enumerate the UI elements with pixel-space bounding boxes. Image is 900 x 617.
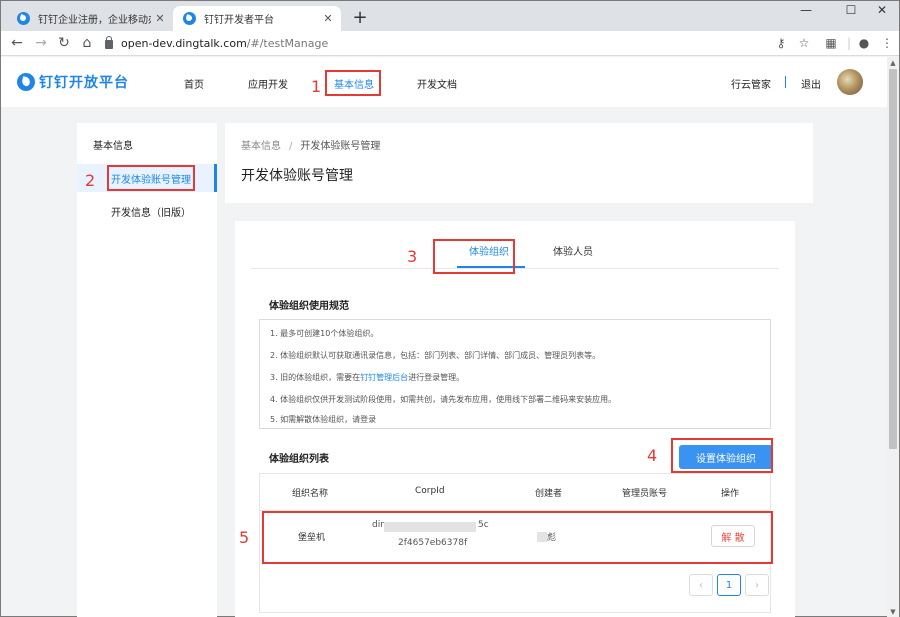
- browser-tab-1[interactable]: 钉钉企业注册，企业移动办公，... ✕: [7, 6, 173, 31]
- sidebar-title: 基本信息: [93, 141, 133, 152]
- dingtalk-favicon-icon: [183, 12, 196, 25]
- url-path: /#/testManage: [246, 37, 329, 50]
- column-header: 管理员账号: [622, 489, 668, 499]
- annotation-number-1: 1: [311, 77, 322, 96]
- rules-title: 体验组织使用规范: [269, 301, 349, 312]
- column-header: CorpId: [415, 486, 445, 496]
- column-header: 组织名称: [292, 489, 329, 499]
- lock-icon: [105, 36, 113, 49]
- scroll-up-icon[interactable]: ▲: [887, 57, 899, 69]
- browser-tab-2[interactable]: 钉钉开发者平台 ✕: [173, 6, 341, 31]
- sidebar-item-dev-info[interactable]: 开发信息（旧版）: [77, 197, 217, 225]
- header-divider: [785, 76, 786, 88]
- sidebar: 基本信息 开发体验账号管理 开发信息（旧版）: [77, 123, 217, 617]
- new-tab-button[interactable]: +: [349, 7, 371, 28]
- admin-console-link[interactable]: 钉钉管理后台: [360, 373, 408, 382]
- annotation-box-5: [262, 511, 773, 564]
- rule-text: 3. 旧的体验组织，需要在: [270, 373, 361, 382]
- back-arrow-icon[interactable]: ←: [9, 35, 25, 51]
- url-host: open-dev.dingtalk.com: [121, 37, 247, 50]
- home-icon[interactable]: ⌂: [79, 35, 95, 51]
- scrollbar-thumb[interactable]: [889, 69, 897, 449]
- reload-icon[interactable]: ↻: [56, 35, 72, 51]
- next-page-button[interactable]: ›: [745, 574, 769, 596]
- annotation-box-2: [107, 165, 195, 191]
- rule-item: 4. 体验组织仅供开发测试阶段使用，如需共创，请先发布应用，使用线下部署二维码来…: [270, 395, 617, 404]
- close-icon[interactable]: ✕: [151, 12, 169, 25]
- dingtalk-logo-icon: [17, 73, 35, 91]
- annotation-box-4: [671, 438, 773, 473]
- browser-tab-title: 钉钉企业注册，企业移动办公，...: [38, 15, 151, 26]
- prev-page-button[interactable]: ‹: [689, 574, 713, 596]
- breadcrumb-separator: /: [289, 141, 293, 152]
- forward-arrow-icon[interactable]: →: [33, 35, 49, 51]
- menu-dots-icon[interactable]: ⋮: [879, 36, 895, 50]
- breadcrumb: 基本信息 / 开发体验账号管理: [241, 137, 380, 152]
- logo[interactable]: 钉钉开放平台: [17, 72, 129, 92]
- rule-item: 2. 体验组织默认可获取通讯录信息，包括：部门列表、部门详情、部门成员、管理员列…: [270, 351, 601, 360]
- rule-item: 1. 最多可创建10个体验组织。: [270, 329, 379, 338]
- minimize-button[interactable]: —: [791, 3, 821, 17]
- rule-item: 3. 旧的体验组织，需要在钉钉管理后台进行登录管理。: [270, 372, 464, 383]
- browser-tab-bar: 钉钉企业注册，企业移动办公，... ✕ 钉钉开发者平台 ✕ + — ☐ ✕: [1, 1, 899, 31]
- site-header: 钉钉开放平台 首页 应用开发 基本信息 开发文档 行云管家 退出: [1, 57, 887, 107]
- list-title: 体验组织列表: [269, 454, 329, 465]
- rule-item: 5. 如需解散体验组织，请登录: [270, 415, 377, 424]
- rule-text: 进行登录管理。: [408, 373, 465, 382]
- annotation-number-5: 5: [239, 528, 250, 547]
- avatar[interactable]: [837, 69, 863, 95]
- column-header: 操作: [721, 489, 740, 499]
- star-icon[interactable]: ☆: [796, 36, 812, 50]
- annotation-number-2: 2: [85, 171, 96, 190]
- maximize-button[interactable]: ☐: [836, 3, 866, 17]
- separator-icon: |: [846, 36, 852, 50]
- annotation-number-4: 4: [647, 446, 658, 465]
- browser-tab-title: 钉钉开发者平台: [204, 15, 274, 26]
- breadcrumb-item[interactable]: 基本信息: [241, 141, 281, 152]
- key-icon[interactable]: ⚷: [773, 36, 789, 50]
- tab-test-members[interactable]: 体验人员: [553, 243, 593, 258]
- nav-app-dev[interactable]: 应用开发: [248, 76, 288, 91]
- window-close-button[interactable]: ✕: [867, 3, 897, 17]
- content-header: 基本信息 / 开发体验账号管理 开发体验账号管理: [225, 123, 813, 203]
- extension-icon[interactable]: ▦: [823, 36, 839, 50]
- nav-home[interactable]: 首页: [184, 76, 204, 91]
- breadcrumb-current: 开发体验账号管理: [300, 141, 381, 152]
- scroll-down-icon[interactable]: ▼: [887, 606, 899, 617]
- page-title: 开发体验账号管理: [241, 168, 353, 184]
- page-number[interactable]: 1: [717, 574, 741, 596]
- dingtalk-favicon-icon: [17, 12, 30, 25]
- column-header: 创建者: [535, 489, 563, 499]
- user-name[interactable]: 行云管家: [731, 76, 771, 91]
- annotation-number-3: 3: [407, 247, 418, 266]
- annotation-box-3: [433, 239, 515, 274]
- profile-icon[interactable]: ●: [856, 36, 872, 50]
- annotation-box-1: [325, 70, 381, 96]
- nav-docs[interactable]: 开发文档: [417, 76, 457, 91]
- logout-link[interactable]: 退出: [801, 76, 821, 91]
- address-bar: ← → ↻ ⌂ open-dev.dingtalk.com/#/testMana…: [1, 31, 899, 56]
- url-field[interactable]: open-dev.dingtalk.com/#/testManage: [105, 36, 329, 50]
- close-icon[interactable]: ✕: [319, 12, 337, 25]
- tab-bar: 体验组织 体验人员: [251, 221, 779, 269]
- logo-text: 钉钉开放平台: [39, 75, 129, 91]
- rules-box: 1. 最多可创建10个体验组织。 2. 体验组织默认可获取通讯录信息，包括：部门…: [259, 319, 771, 429]
